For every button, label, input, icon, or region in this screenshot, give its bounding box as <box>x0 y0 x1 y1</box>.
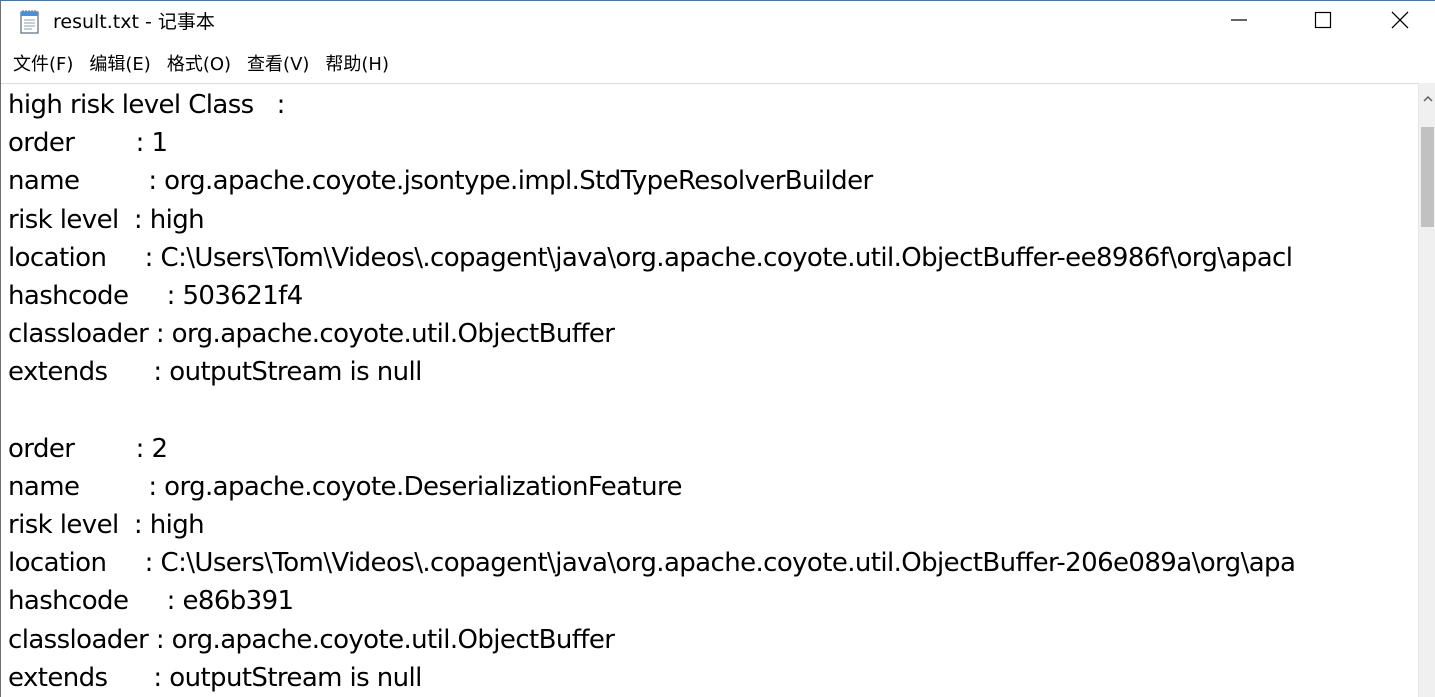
text-line: name : org.apache.coyote.Deserialization… <box>8 471 682 502</box>
text-line: order : 1 <box>8 128 168 159</box>
minimize-button[interactable] <box>1197 1 1281 43</box>
menu-file[interactable]: 文件(F) <box>5 47 81 83</box>
text-content: high risk level Class : order : 1 name :… <box>8 86 1410 697</box>
chevron-up-icon <box>1422 89 1434 108</box>
scroll-up-button[interactable] <box>1419 83 1435 113</box>
minimize-icon <box>1229 10 1249 34</box>
text-line: hashcode : e86b391 <box>8 586 294 617</box>
close-icon <box>1390 10 1410 34</box>
menu-help[interactable]: 帮助(H) <box>317 47 397 83</box>
maximize-button[interactable] <box>1281 1 1365 43</box>
menu-bar: 文件(F) 编辑(E) 格式(O) 查看(V) 帮助(H) <box>1 47 1435 83</box>
close-button[interactable] <box>1365 1 1435 43</box>
text-line: risk level : high <box>8 510 205 541</box>
scroll-thumb[interactable] <box>1421 127 1434 227</box>
text-line <box>8 392 1410 430</box>
text-line: classloader : org.apache.coyote.util.Obj… <box>8 319 615 350</box>
text-line: extends : outputStream is null <box>8 662 422 693</box>
text-line: extends : outputStream is null <box>8 357 422 388</box>
window-title: result.txt - 记事本 <box>53 11 215 33</box>
text-line: location : C:\Users\Tom\Videos\.copagent… <box>8 548 1296 579</box>
text-line: risk level : high <box>8 204 205 235</box>
text-line: high risk level Class : <box>8 90 285 120</box>
text-line: name : org.apache.coyote.jsontype.impl.S… <box>8 166 873 197</box>
text-line: hashcode : 503621f4 <box>8 280 303 311</box>
maximize-icon <box>1313 10 1333 34</box>
notepad-icon <box>17 9 43 35</box>
notepad-window: result.txt - 记事本 文件(F) 编辑(E) 格式(O) 查看(V)… <box>0 0 1435 697</box>
vertical-scrollbar[interactable] <box>1418 83 1435 697</box>
text-line: classloader : org.apache.coyote.util.Obj… <box>8 624 615 655</box>
menu-format[interactable]: 格式(O) <box>159 47 239 83</box>
text-line: order : 2 <box>8 433 168 464</box>
menu-edit[interactable]: 编辑(E) <box>81 47 158 83</box>
title-bar[interactable]: result.txt - 记事本 <box>1 1 1435 43</box>
menu-view[interactable]: 查看(V) <box>239 47 317 83</box>
text-editor[interactable]: high risk level Class : order : 1 name :… <box>1 83 1418 697</box>
text-line: location : C:\Users\Tom\Videos\.copagent… <box>8 242 1293 273</box>
